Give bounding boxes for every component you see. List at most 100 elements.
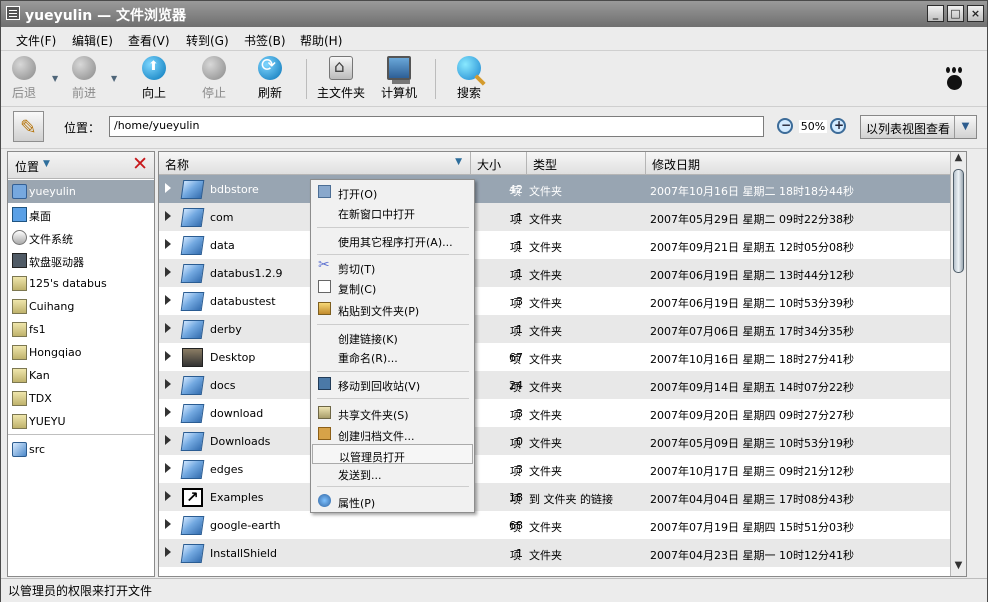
- expand-triangle-icon[interactable]: [165, 379, 171, 389]
- file-row[interactable]: Desktop 67 项文件夹 2007年10月16日 星期二 18时27分41秒: [159, 343, 966, 371]
- up-button[interactable]: 向上: [142, 56, 166, 101]
- expand-triangle-icon[interactable]: [165, 267, 171, 277]
- forward-button[interactable]: 前进: [72, 56, 96, 101]
- menu-paste-into-folder[interactable]: 粘贴到文件夹(P): [312, 299, 473, 319]
- expand-triangle-icon[interactable]: [165, 491, 171, 501]
- gnome-foot-icon: [944, 67, 966, 91]
- menu-open[interactable]: 打开(O): [312, 182, 473, 202]
- zoom-out-icon[interactable]: [777, 118, 793, 134]
- file-row[interactable]: google-earth 68 项文件夹 2007年07月19日 星期四 15时51分…: [159, 511, 966, 539]
- sidebar-item-kan[interactable]: Kan: [8, 364, 154, 387]
- home-folder-button[interactable]: 主文件夹: [317, 56, 365, 101]
- expand-triangle-icon[interactable]: [165, 323, 171, 333]
- menu-properties[interactable]: 属性(P): [312, 491, 473, 511]
- file-list-scrollbar[interactable]: ▲ ▼: [950, 152, 966, 576]
- sidebar-item-desktop[interactable]: 桌面: [8, 203, 154, 226]
- refresh-button[interactable]: 刷新: [258, 55, 282, 101]
- sidebar-item-hongqiao[interactable]: Hongqiao: [8, 341, 154, 364]
- sidebar-item-filesystem[interactable]: 文件系统: [8, 226, 154, 249]
- file-row[interactable]: data 1 项文件夹 2007年09月21日 星期五 12时05分08秒: [159, 231, 966, 259]
- location-path-input[interactable]: /home/yueyulin: [109, 116, 764, 137]
- sidebar-mode-chevron-icon[interactable]: ▼: [43, 159, 50, 169]
- expand-triangle-icon[interactable]: [165, 463, 171, 473]
- menu-open-new-window[interactable]: 在新窗口中打开: [312, 202, 473, 222]
- column-header-name[interactable]: 名称 ▼: [159, 152, 471, 175]
- file-row[interactable]: download 3 项文件夹 2007年09月20日 星期四 09时27分27秒: [159, 399, 966, 427]
- scrollbar-thumb[interactable]: [953, 169, 964, 273]
- sidebar-item-cuihang[interactable]: Cuihang: [8, 295, 154, 318]
- column-header-size[interactable]: 大小: [471, 152, 527, 175]
- file-row[interactable]: Examples18项到 文件夹 的链接2007年04月04日 星期三 17时0…: [159, 483, 966, 511]
- file-row[interactable]: com 1 项文件夹 2007年05月29日 星期二 09时22分38秒: [159, 203, 966, 231]
- sidebar-item-tdx[interactable]: TDX: [8, 387, 154, 410]
- back-history-chevron-icon[interactable]: ▼: [52, 74, 58, 83]
- scroll-down-icon[interactable]: ▼: [951, 560, 966, 576]
- file-row[interactable]: databustest 3 项文件夹 2007年06月19日 星期二 10时53分39…: [159, 287, 966, 315]
- sidebar-item-src[interactable]: src: [8, 438, 154, 461]
- file-size-unit: 项: [510, 521, 521, 534]
- search-button[interactable]: 搜索: [457, 56, 481, 101]
- view-mode-select[interactable]: 以列表视图查看 ▼: [860, 115, 977, 139]
- menu-move-to-trash[interactable]: 移动到回收站(V): [312, 374, 473, 394]
- menu-go[interactable]: 转到(G): [186, 32, 229, 49]
- menu-bookmarks[interactable]: 书签(B): [244, 32, 286, 49]
- file-row[interactable]: docs 24 项文件夹 2007年09月14日 星期五 14时07分22秒: [159, 371, 966, 399]
- menu-create-link[interactable]: 创建链接(K): [312, 327, 473, 347]
- menu-rename[interactable]: 重命名(R)...: [312, 346, 473, 366]
- expand-triangle-icon[interactable]: [165, 211, 171, 221]
- menu-open-as-admin[interactable]: 以管理员打开: [312, 444, 473, 464]
- menu-copy[interactable]: 复制(C): [312, 277, 473, 297]
- sidebar-item-floppy[interactable]: 软盘驱动器: [8, 249, 154, 272]
- sidebar-item-home[interactable]: yueyulin: [8, 180, 154, 203]
- menu-create-archive[interactable]: 创建归档文件...: [312, 424, 473, 444]
- file-row[interactable]: Downloads 0 项文件夹 2007年05月09日 星期三 10时53分19秒: [159, 427, 966, 455]
- file-row[interactable]: bdbstore 42 项文件夹 2007年10月16日 星期二 18时18分44秒: [159, 175, 966, 203]
- stop-button[interactable]: 停止: [202, 56, 226, 101]
- menu-open-with[interactable]: 使用其它程序打开(A)...: [312, 230, 473, 250]
- zoom-in-icon[interactable]: [830, 118, 846, 134]
- zoom-level[interactable]: 50%: [799, 120, 827, 133]
- chevron-down-icon[interactable]: ▼: [954, 116, 976, 138]
- close-sidebar-icon[interactable]: ✕: [132, 153, 148, 175]
- places-sidebar: 位置 ▼ ✕ yueyulin 桌面 文件系统 软盘驱动器 125's data…: [7, 151, 155, 577]
- file-row[interactable]: InstallShield 1 项文件夹 2007年04月23日 星期一 10时12分…: [159, 539, 966, 567]
- expand-triangle-icon[interactable]: [165, 435, 171, 445]
- menu-cut[interactable]: ✂ 剪切(T): [312, 257, 473, 277]
- edit-location-button[interactable]: [13, 111, 44, 142]
- menu-help[interactable]: 帮助(H): [300, 32, 342, 49]
- computer-button[interactable]: 计算机: [381, 56, 417, 101]
- close-button[interactable]: ×: [967, 5, 984, 22]
- menu-view[interactable]: 查看(V): [128, 32, 170, 49]
- expand-triangle-icon[interactable]: [165, 351, 171, 361]
- file-row[interactable]: derby 1 项文件夹 2007年07月06日 星期五 17时34分35秒: [159, 315, 966, 343]
- menu-file[interactable]: 文件(F): [16, 32, 56, 49]
- menu-share-folder[interactable]: 共享文件夹(S): [312, 403, 473, 423]
- column-header-date[interactable]: 修改日期: [646, 152, 952, 175]
- expand-triangle-icon[interactable]: [165, 183, 171, 193]
- window-menu-icon[interactable]: [6, 6, 20, 20]
- title-bar[interactable]: yueyulin — 文件浏览器 _ □ ×: [1, 1, 987, 27]
- expand-triangle-icon[interactable]: [165, 239, 171, 249]
- sidebar-item-yueyu[interactable]: YUEYU: [8, 410, 154, 433]
- sidebar-item-125s-databus[interactable]: 125's databus: [8, 272, 154, 295]
- network-folder-icon: [12, 414, 27, 429]
- back-button[interactable]: 后退: [12, 56, 36, 101]
- folder-icon: [180, 376, 205, 395]
- maximize-button[interactable]: □: [947, 5, 964, 22]
- expand-triangle-icon[interactable]: [165, 407, 171, 417]
- expand-triangle-icon[interactable]: [165, 295, 171, 305]
- cut-icon: ✂: [318, 257, 330, 273]
- file-row[interactable]: databus1.2.9 1 项文件夹 2007年06月19日 星期二 13时44分1…: [159, 259, 966, 287]
- sidebar-item-fs1[interactable]: fs1: [8, 318, 154, 341]
- forward-history-chevron-icon[interactable]: ▼: [111, 74, 117, 83]
- menu-send-to[interactable]: 发送到...: [312, 463, 473, 483]
- minimize-button[interactable]: _: [927, 5, 944, 22]
- expand-triangle-icon[interactable]: [165, 519, 171, 529]
- expand-triangle-icon[interactable]: [165, 547, 171, 557]
- column-header-type[interactable]: 类型: [527, 152, 646, 175]
- menu-edit[interactable]: 编辑(E): [72, 32, 113, 49]
- back-icon: [12, 56, 36, 80]
- scroll-up-icon[interactable]: ▲: [951, 152, 966, 168]
- file-row[interactable]: edges 3 项文件夹 2007年10月17日 星期三 09时21分12秒: [159, 455, 966, 483]
- file-size-unit: 项: [510, 465, 521, 478]
